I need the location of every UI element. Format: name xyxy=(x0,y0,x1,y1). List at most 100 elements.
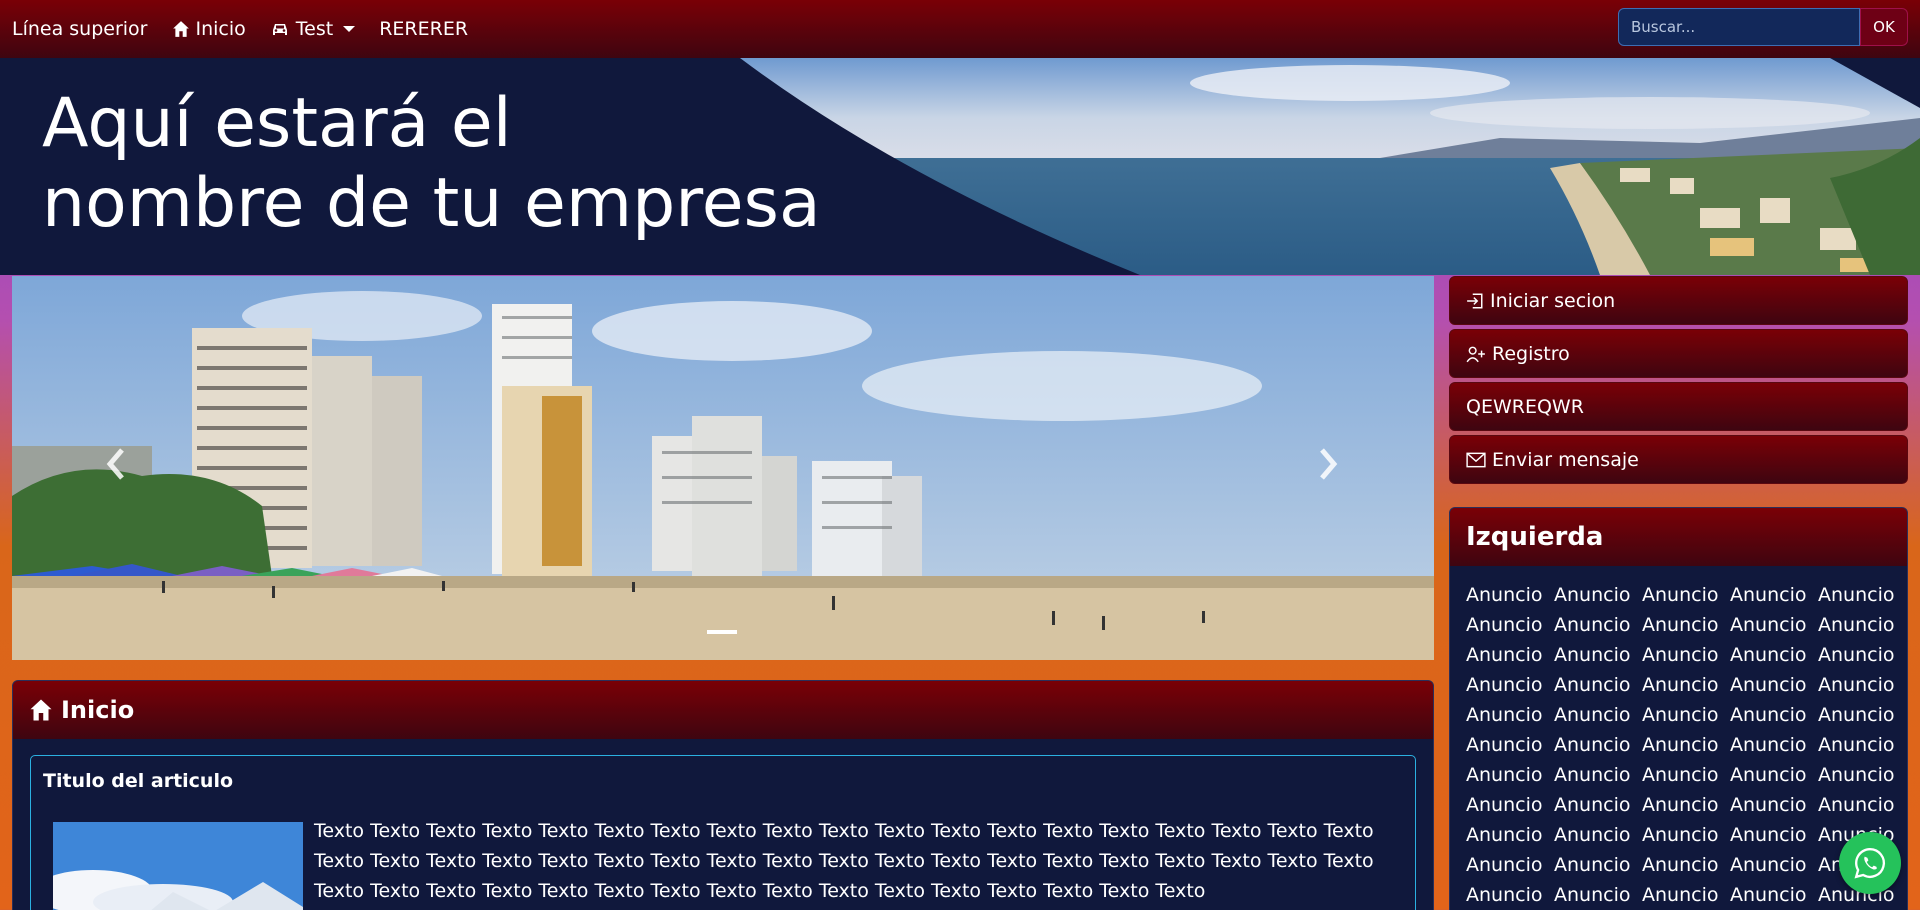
hero-title-line: Aquí estará el xyxy=(42,84,512,163)
ad-link[interactable]: Anuncio xyxy=(1818,614,1906,637)
navbar-brand[interactable]: Línea superior xyxy=(12,18,148,40)
login-button[interactable]: Iniciar secion xyxy=(1449,276,1908,325)
search-button[interactable]: OK xyxy=(1860,8,1908,46)
inicio-card-header: Inicio xyxy=(13,681,1433,739)
register-button-label: Registro xyxy=(1492,342,1570,365)
login-button-label: Iniciar secion xyxy=(1490,289,1616,312)
ad-link[interactable]: Anuncio xyxy=(1642,644,1730,667)
ad-link[interactable]: Anuncio xyxy=(1554,704,1642,727)
inicio-card: Inicio Titulo del articulo Texto Texto T… xyxy=(12,680,1434,910)
ad-link[interactable]: Anuncio xyxy=(1642,734,1730,757)
ad-link[interactable]: Anuncio xyxy=(1466,764,1554,787)
carousel-beach-image xyxy=(12,276,1434,660)
carousel-prev-control[interactable] xyxy=(104,446,128,482)
nav-item-label: RERERER xyxy=(379,18,469,40)
ad-link[interactable]: Anuncio xyxy=(1730,614,1818,637)
hero-title-line: nombre de tu empresa xyxy=(42,164,821,243)
ad-link[interactable]: Anuncio xyxy=(1642,764,1730,787)
article-text: Texto Texto Texto Texto Texto Texto Text… xyxy=(314,820,1374,902)
ad-link[interactable]: Anuncio xyxy=(1818,674,1906,697)
envelope-icon xyxy=(1466,452,1486,467)
search-input[interactable] xyxy=(1618,8,1860,46)
whatsapp-button[interactable] xyxy=(1839,832,1901,894)
ad-link[interactable]: Anuncio xyxy=(1554,884,1642,907)
ad-link[interactable]: Anuncio xyxy=(1642,794,1730,817)
ad-link[interactable]: Anuncio xyxy=(1466,794,1554,817)
ad-link[interactable]: Anuncio xyxy=(1466,674,1554,697)
search-form: OK xyxy=(1618,8,1908,46)
ad-link[interactable]: Anuncio xyxy=(1730,584,1818,607)
ad-link[interactable]: Anuncio xyxy=(1818,734,1906,757)
ad-link[interactable]: Anuncio xyxy=(1642,854,1730,877)
ad-link[interactable]: Anuncio xyxy=(1818,644,1906,667)
home-icon xyxy=(172,21,189,37)
qewreqwr-button-label: QEWREQWR xyxy=(1466,395,1584,418)
send-message-button[interactable]: Enviar mensaje xyxy=(1449,435,1908,484)
car-icon xyxy=(272,24,287,35)
ad-link[interactable]: Anuncio xyxy=(1642,584,1730,607)
ad-link[interactable]: Anuncio xyxy=(1554,644,1642,667)
ad-link[interactable]: Anuncio xyxy=(1554,794,1642,817)
ads-card-header: Izquierda xyxy=(1450,508,1907,566)
ads-card: Izquierda Anuncio Anuncio Anuncio Anuncio An… xyxy=(1449,507,1908,910)
ad-link[interactable]: Anuncio xyxy=(1554,854,1642,877)
ads-card-title: Izquierda xyxy=(1466,522,1604,552)
chevron-left-icon xyxy=(106,448,124,480)
chevron-down-icon xyxy=(343,26,356,32)
ad-link[interactable]: Anuncio xyxy=(1818,704,1906,727)
ad-link[interactable]: Anuncio xyxy=(1730,824,1818,847)
ad-link[interactable]: Anuncio xyxy=(1730,884,1818,907)
ad-link[interactable]: Anuncio xyxy=(1466,614,1554,637)
carousel-next-control[interactable] xyxy=(1316,446,1340,482)
user-plus-icon xyxy=(1466,346,1485,362)
ad-link[interactable]: Anuncio xyxy=(1730,734,1818,757)
ads-grid: Anuncio Anuncio Anuncio Anuncio Anuncio Anunc… xyxy=(1450,566,1907,907)
ad-link[interactable]: Anuncio xyxy=(1466,644,1554,667)
article-title[interactable]: Titulo del articulo xyxy=(43,770,233,792)
hero-banner: Aquí estará el nombre de tu empresa xyxy=(0,58,1920,275)
ad-link[interactable]: Anuncio xyxy=(1466,854,1554,877)
ad-link[interactable]: Anuncio xyxy=(1730,644,1818,667)
image-carousel[interactable] xyxy=(12,276,1434,660)
ad-link[interactable]: Anuncio xyxy=(1554,734,1642,757)
ad-link[interactable]: Anuncio xyxy=(1642,674,1730,697)
hero-title: Aquí estará el nombre de tu empresa xyxy=(42,84,821,244)
ad-link[interactable]: Anuncio xyxy=(1554,614,1642,637)
nav-item-label: Test xyxy=(295,18,334,40)
ad-link[interactable]: Anuncio xyxy=(1730,794,1818,817)
ad-link[interactable]: Anuncio xyxy=(1730,704,1818,727)
carousel-indicator-active[interactable] xyxy=(707,630,737,634)
ad-link[interactable]: Anuncio xyxy=(1818,584,1906,607)
login-icon xyxy=(1467,293,1483,308)
ad-link[interactable]: Anuncio xyxy=(1554,824,1642,847)
article-image xyxy=(53,822,303,910)
ad-link[interactable]: Anuncio xyxy=(1818,764,1906,787)
home-icon xyxy=(30,699,52,721)
nav-item-rererer[interactable]: RERERER xyxy=(379,18,468,40)
ad-link[interactable]: Anuncio xyxy=(1642,824,1730,847)
ad-link[interactable]: Anuncio xyxy=(1642,614,1730,637)
ad-link[interactable]: Anuncio xyxy=(1466,584,1554,607)
nav-item-label: Inicio xyxy=(195,18,246,40)
nav-item-inicio[interactable]: Inicio xyxy=(172,18,246,40)
article-card: Titulo del articulo Texto Texto Texto Te… xyxy=(30,755,1416,910)
ad-link[interactable]: Anuncio xyxy=(1554,584,1642,607)
ad-link[interactable]: Anuncio xyxy=(1466,824,1554,847)
ad-link[interactable]: Anuncio xyxy=(1642,884,1730,907)
ad-link[interactable]: Anuncio xyxy=(1554,674,1642,697)
nav-item-test-dropdown[interactable]: Test xyxy=(270,18,356,40)
register-button[interactable]: Registro xyxy=(1449,329,1908,378)
ad-link[interactable]: Anuncio xyxy=(1554,764,1642,787)
ad-link[interactable]: Anuncio xyxy=(1730,674,1818,697)
inicio-card-title: Inicio xyxy=(61,696,135,724)
ad-link[interactable]: Anuncio xyxy=(1818,794,1906,817)
ad-link[interactable]: Anuncio xyxy=(1466,704,1554,727)
ad-link[interactable]: Anuncio xyxy=(1642,704,1730,727)
qewreqwr-button[interactable]: QEWREQWR xyxy=(1449,382,1908,431)
ad-link[interactable]: Anuncio xyxy=(1730,854,1818,877)
ad-link[interactable]: Anuncio xyxy=(1466,734,1554,757)
ad-link[interactable]: Anuncio xyxy=(1730,764,1818,787)
whatsapp-icon xyxy=(1854,848,1885,879)
top-navbar: Línea superior Inicio Test RERERER OK xyxy=(0,0,1920,58)
ad-link[interactable]: Anuncio xyxy=(1466,884,1554,907)
